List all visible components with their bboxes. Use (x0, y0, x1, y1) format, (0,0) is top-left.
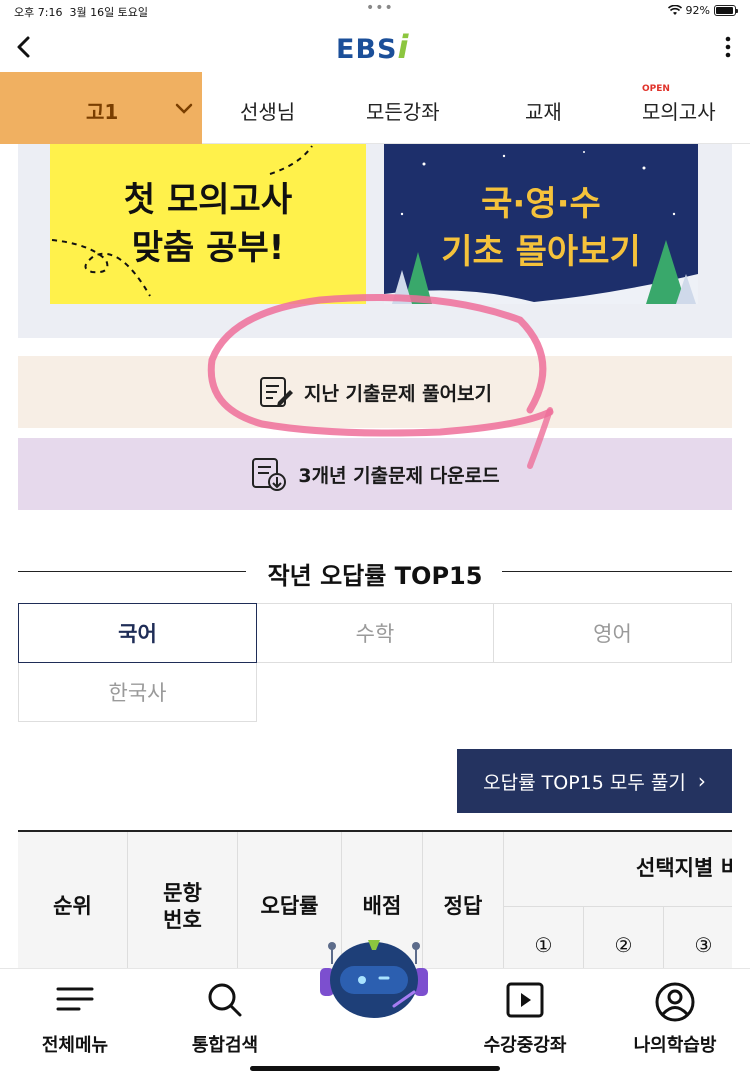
tab-my-courses-label: 수강중강좌 (483, 1035, 567, 1056)
section-header: 작년 오답률 TOP15 (18, 552, 732, 592)
solve-all-label: 오답률 TOP15 모두 풀기 (483, 771, 686, 794)
banner-navy-line2: 기초 몰아보기 (441, 232, 641, 272)
tab-math[interactable]: 수학 (256, 603, 494, 663)
status-date: 3월 16일 토요일 (69, 6, 149, 19)
tab-my-courses[interactable]: 수강중강좌 (450, 969, 600, 1069)
document-download-icon (252, 458, 287, 491)
col-choice-3: ③ (664, 906, 732, 970)
col-choice-2: ② (584, 906, 664, 970)
tab-my-study-room-label: 나의학습방 (633, 1035, 717, 1056)
home-indicator[interactable] (250, 1066, 500, 1071)
status-time: 오후 7:16 3월 16일 토요일 (14, 6, 149, 19)
download-exams-button[interactable]: 3개년 기출문제 다운로드 (18, 438, 732, 510)
tab-full-menu[interactable]: 전체메뉴 (0, 969, 150, 1069)
menu-icon (56, 987, 94, 1011)
chevron-right-icon: › (697, 769, 706, 793)
tab-korean-history[interactable]: 한국사 (18, 662, 257, 722)
status-bar: 오후 7:16 3월 16일 토요일 ••• 92% (0, 0, 750, 22)
col-choice-1: ① (504, 906, 584, 970)
section-title: 작년 오답률 TOP15 (267, 562, 483, 590)
tab-korean[interactable]: 국어 (18, 603, 257, 663)
play-icon (506, 982, 544, 1018)
more-vertical-icon[interactable] (718, 32, 738, 62)
chevron-down-icon (175, 103, 193, 114)
col-answer: 정답 (423, 832, 504, 970)
wifi-icon (667, 5, 682, 15)
user-icon (655, 982, 695, 1022)
nav-teachers[interactable]: 선생님 (240, 96, 295, 125)
back-arrow-icon[interactable] (10, 30, 40, 64)
col-choice-group: 선택지별 비 (636, 856, 732, 881)
nav-all-courses[interactable]: 모든강좌 (366, 96, 440, 125)
tab-search-label: 통합검색 (191, 1035, 259, 1056)
solve-all-top15-button[interactable]: 오답률 TOP15 모두 풀기 › (457, 749, 732, 813)
grade-label: 고1 (86, 100, 119, 124)
tab-search[interactable]: 통합검색 (150, 969, 300, 1069)
banner-yellow-line2: 맞춤 공부! (131, 228, 285, 268)
document-edit-icon (259, 377, 293, 407)
col-rank: 순위 (18, 832, 128, 970)
search-icon (208, 983, 242, 1017)
multitask-dots-icon[interactable]: ••• (366, 0, 394, 16)
open-badge: OPEN (642, 84, 670, 94)
nav-textbooks[interactable]: 교재 (525, 96, 562, 125)
download-exams-label: 3개년 기출문제 다운로드 (298, 464, 500, 487)
banner-navy-line1: 국·영·수 (481, 184, 601, 224)
battery-percent: 92% (685, 4, 710, 17)
tab-full-menu-label: 전체메뉴 (41, 1035, 109, 1056)
past-exams-button[interactable]: 지난 기출문제 풀어보기 (18, 356, 732, 428)
banner-yellow-line1: 첫 모의고사 (123, 180, 293, 220)
battery-icon (714, 5, 738, 16)
tab-english[interactable]: 영어 (493, 603, 732, 663)
banner-carousel: 첫 모의고사 맞춤 공부! 국·영·수 기초 몰아보기 (18, 144, 732, 338)
grade-selector[interactable]: 고1 (0, 72, 202, 144)
past-exams-label: 지난 기출문제 풀어보기 (303, 382, 493, 405)
col-question-number: 문항 번호 (128, 832, 238, 970)
tab-my-study-room[interactable]: 나의학습방 (600, 969, 750, 1069)
banner-first-mock-exam[interactable]: 첫 모의고사 맞춤 공부! (50, 144, 366, 304)
main-nav: 고1 선생님 모든강좌 교재 OPEN 모의고사 (0, 72, 750, 144)
robot-mascot-button[interactable] (318, 936, 430, 1026)
nav-mock-exam[interactable]: 모의고사 (642, 96, 716, 125)
app-header: EBSi (0, 22, 750, 72)
ebsi-logo[interactable]: EBSi (336, 28, 409, 66)
banner-basics-review[interactable]: 국·영·수 기초 몰아보기 (384, 144, 698, 304)
